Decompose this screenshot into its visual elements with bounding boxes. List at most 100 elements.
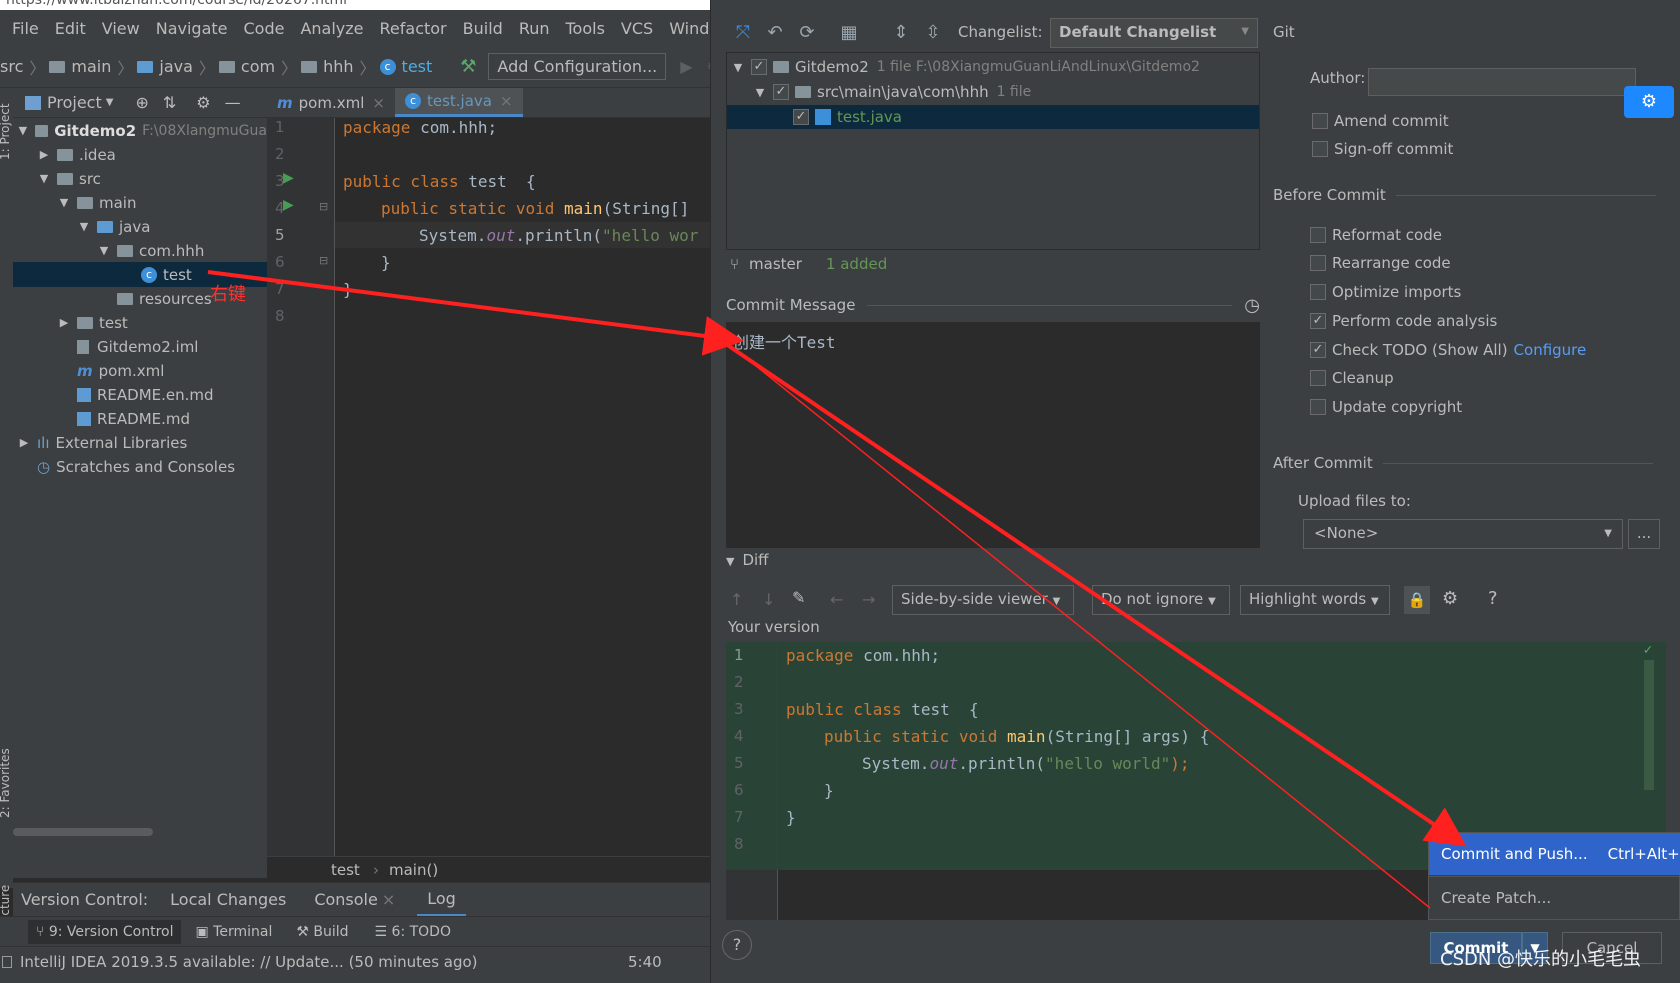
tree-item-readme-en[interactable]: README.en.md xyxy=(13,382,267,407)
close-icon[interactable]: × xyxy=(372,94,385,112)
checkbox[interactable] xyxy=(1310,370,1326,386)
perform-code-analysis-option[interactable]: ✓ Perform code analysis xyxy=(1310,312,1497,330)
menu-view[interactable]: View xyxy=(102,19,140,38)
show-diff-icon[interactable]: ⤧ xyxy=(732,22,754,44)
tree-item-main[interactable]: ▼ main xyxy=(13,190,267,215)
breadcrumb-method[interactable]: main() xyxy=(389,861,438,879)
build-hammer-icon[interactable]: ⚒ xyxy=(460,56,476,77)
hide-panel-icon[interactable]: — xyxy=(225,93,241,112)
checkbox[interactable]: ✓ xyxy=(793,109,809,125)
project-tool-tab[interactable]: 1: Project xyxy=(0,103,12,160)
collapse-all-icon[interactable]: ⇅ xyxy=(163,93,176,112)
tree-item-readme[interactable]: README.md xyxy=(13,406,267,431)
collapse-all-icon[interactable]: ⇳ xyxy=(922,22,944,44)
rearrange-code-option[interactable]: Rearrange code xyxy=(1310,254,1451,272)
menu-vcs[interactable]: VCS xyxy=(621,19,653,38)
tree-item-external-libraries[interactable]: ▶ ılı External Libraries xyxy=(13,430,267,455)
diff-section-header[interactable]: ▼ Diff xyxy=(726,551,769,569)
checkbox[interactable] xyxy=(1310,227,1326,243)
changelist-select[interactable]: Default Changelist ▼ xyxy=(1050,18,1258,48)
checkbox[interactable] xyxy=(1312,113,1328,129)
edit-icon[interactable]: ✎ xyxy=(792,588,805,607)
menu-file[interactable]: File xyxy=(12,19,39,38)
tool-version-control[interactable]: ⑂ 9: Version Control xyxy=(28,919,182,944)
amend-commit-option[interactable]: Amend commit xyxy=(1312,112,1449,130)
tree-item-com-hhh[interactable]: ▼ com.hhh xyxy=(13,238,267,263)
author-input[interactable] xyxy=(1368,68,1636,96)
gear-icon[interactable]: ⚙ xyxy=(1442,588,1458,609)
breadcrumb-java[interactable]: java 〉 xyxy=(137,55,215,79)
fold-icon[interactable]: ⊟ xyxy=(319,200,328,213)
project-view-dropdown[interactable]: Project xyxy=(47,93,102,112)
tool-terminal[interactable]: ▣ Terminal xyxy=(195,924,272,940)
tree-item-java[interactable]: ▼ java xyxy=(13,214,267,239)
checkbox[interactable] xyxy=(1310,284,1326,300)
checkbox[interactable] xyxy=(1312,141,1328,157)
sign-off-commit-option[interactable]: Sign-off commit xyxy=(1312,140,1453,158)
menu-build[interactable]: Build xyxy=(463,19,503,38)
expand-all-icon[interactable]: ⇕ xyxy=(890,22,912,44)
configure-link[interactable]: Configure xyxy=(1514,341,1587,359)
refresh-icon[interactable]: ⟳ xyxy=(796,22,818,44)
menu-navigate[interactable]: Navigate xyxy=(156,19,228,38)
add-configuration-button[interactable]: Add Configuration... xyxy=(488,53,667,80)
run-icon[interactable]: ▶ xyxy=(680,57,692,76)
tab-local-changes[interactable]: Local Changes xyxy=(170,890,286,909)
breadcrumb-class[interactable]: test xyxy=(331,861,360,879)
tree-item-pom[interactable]: m pom.xml xyxy=(13,358,267,383)
highlight-select[interactable]: Highlight words ▼ xyxy=(1240,585,1390,615)
upload-target-select[interactable]: <None> ▼ xyxy=(1303,519,1623,549)
tab-log[interactable]: Log xyxy=(417,883,466,917)
change-dir[interactable]: ▼ ✓ src\main\java\com\hhh 1 file xyxy=(727,80,1259,104)
expand-icon[interactable]: ▶ xyxy=(57,316,71,329)
close-icon[interactable]: × xyxy=(382,890,395,909)
breadcrumb-hhh[interactable]: hhh 〉 xyxy=(301,55,376,79)
menu-analyze[interactable]: Analyze xyxy=(300,19,363,38)
menu-edit[interactable]: Edit xyxy=(55,19,86,38)
expand-icon[interactable]: ▼ xyxy=(753,86,767,99)
close-icon[interactable]: × xyxy=(500,92,513,110)
tool-todo[interactable]: ☰ 6: TODO xyxy=(375,924,451,940)
breadcrumb-main[interactable]: main 〉 xyxy=(49,55,133,79)
fold-icon[interactable]: ⊟ xyxy=(319,254,328,267)
tree-item-scratches[interactable]: ◷ Scratches and Consoles xyxy=(13,454,267,479)
expand-icon[interactable]: ▼ xyxy=(97,244,111,257)
menu-run[interactable]: Run xyxy=(519,19,550,38)
expand-icon[interactable]: ▶ xyxy=(37,148,51,161)
history-clock-icon[interactable]: ◷ xyxy=(1244,295,1260,316)
checkbox[interactable]: ✓ xyxy=(773,84,789,100)
checkbox[interactable] xyxy=(1310,255,1326,271)
arrow-left-icon[interactable]: ← xyxy=(830,590,843,609)
menu-code[interactable]: Code xyxy=(244,19,285,38)
create-patch-item[interactable]: Create Patch... xyxy=(1429,877,1680,919)
tree-item-idea[interactable]: ▶ .idea xyxy=(13,142,267,167)
update-notification[interactable]: IntelliJ IDEA 2019.3.5 available: // Upd… xyxy=(20,953,478,971)
expand-icon[interactable]: ▶ xyxy=(17,436,31,449)
expand-icon[interactable]: ▼ xyxy=(37,172,51,185)
tree-item-gitdemo2[interactable]: ▼ Gitdemo2 F:\08XlangmuGua xyxy=(13,118,267,143)
change-root[interactable]: ▼ ✓ Gitdemo2 1 file F:\08XiangmuGuanLiAn… xyxy=(727,55,1259,79)
code-editor[interactable]: package com.hhh; public class test { pub… xyxy=(335,118,710,856)
floating-assistant-icon[interactable]: ⚙ xyxy=(1624,86,1674,118)
update-copyright-option[interactable]: Update copyright xyxy=(1310,398,1462,416)
tree-item-iml[interactable]: Gitdemo2.iml xyxy=(13,334,267,359)
tree-item-test-folder[interactable]: ▶ test xyxy=(13,310,267,335)
arrow-down-icon[interactable]: ↓ xyxy=(762,590,775,609)
commit-message-input[interactable]: 创建一个Test xyxy=(726,322,1260,548)
run-gutter-icon[interactable]: ▶ xyxy=(283,170,294,186)
group-by-icon[interactable]: ▦ xyxy=(838,22,860,44)
arrow-up-icon[interactable]: ↑ xyxy=(730,590,743,609)
checkbox[interactable]: ✓ xyxy=(1310,313,1326,329)
rollback-icon[interactable]: ↶ xyxy=(764,22,786,44)
expand-icon[interactable]: ▼ xyxy=(731,61,745,74)
checkbox[interactable] xyxy=(1310,399,1326,415)
cleanup-option[interactable]: Cleanup xyxy=(1310,369,1394,387)
help-icon[interactable]: ? xyxy=(1488,588,1498,609)
expand-icon[interactable]: ▼ xyxy=(17,124,29,137)
diff-scrollbar[interactable] xyxy=(1644,660,1654,790)
commit-and-push-item[interactable]: Commit and Push... Ctrl+Alt+K xyxy=(1429,833,1680,875)
cursor-position[interactable]: 5:40 xyxy=(628,953,662,971)
menu-refactor[interactable]: Refactor xyxy=(380,19,447,38)
tab-test-java[interactable]: c test.java × xyxy=(394,88,523,117)
checkbox[interactable]: ✓ xyxy=(1310,342,1326,358)
